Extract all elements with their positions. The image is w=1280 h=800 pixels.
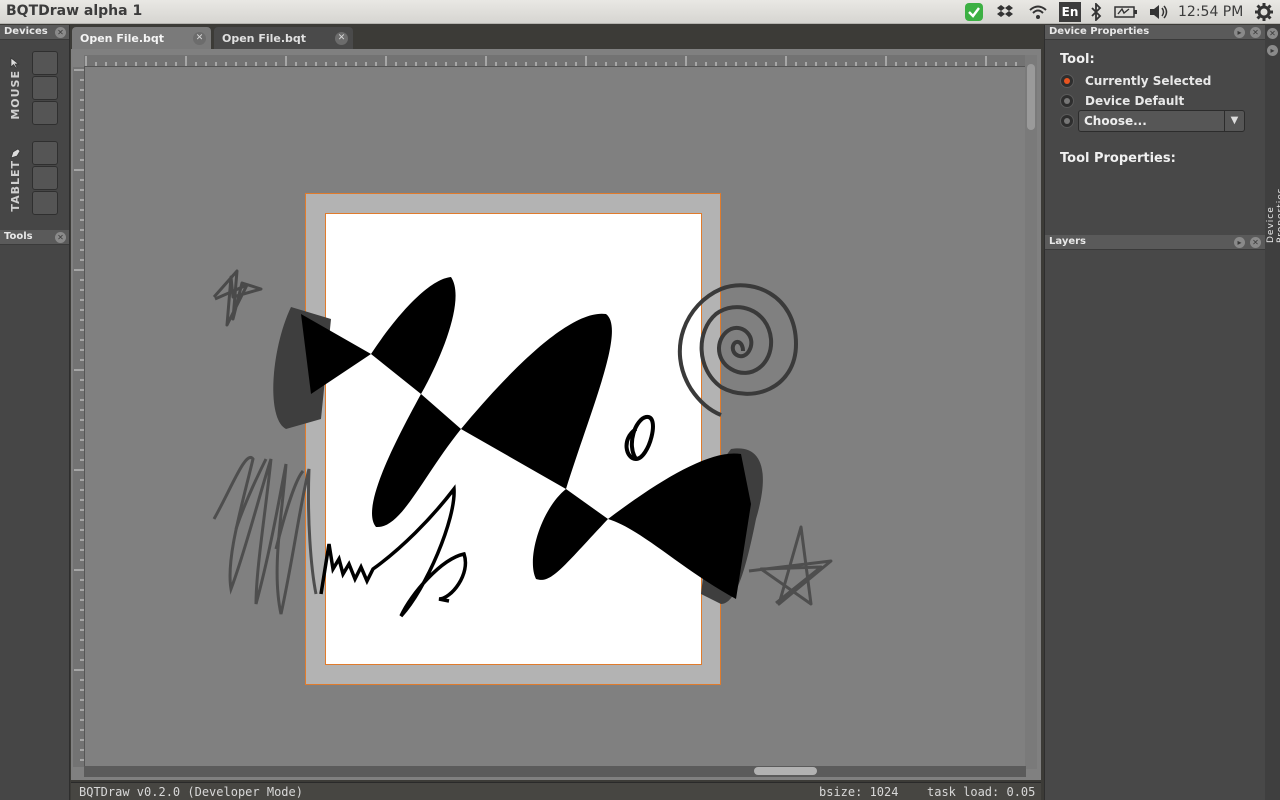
side-tab-label: Device Properties — [1266, 187, 1280, 243]
top-menu-bar: BQTDraw alpha 1 En 12:54 PM — [0, 0, 1280, 24]
device-properties-header: Device Properties ▸ ✕ — [1045, 25, 1265, 40]
layers-header: Layers ▸ ✕ — [1045, 235, 1265, 250]
tool-choose-select[interactable]: Choose... ▼ — [1078, 110, 1245, 132]
left-dock: Devices ✕ MOUSE TABLET Tools ✕ — [0, 25, 70, 800]
right-side-strip: ✕ ▸ — [1265, 25, 1280, 800]
radio-currently-selected[interactable] — [1060, 74, 1074, 88]
float-icon[interactable]: ▸ — [1234, 27, 1245, 38]
mouse-tool-slot[interactable] — [32, 101, 58, 125]
vertical-ruler — [73, 67, 85, 767]
radio-choose[interactable] — [1060, 114, 1074, 128]
horizontal-scrollbar-thumb[interactable] — [754, 767, 817, 775]
close-icon[interactable]: ✕ — [1250, 27, 1261, 38]
option-currently-selected[interactable]: Currently Selected — [1085, 74, 1211, 88]
float-icon[interactable]: ▸ — [1267, 45, 1278, 56]
mouse-tool-slot[interactable] — [32, 76, 58, 100]
tab-open-file-2[interactable]: Open File.bqt ✕ — [214, 27, 353, 49]
status-bar: BQTDraw v0.2.0 (Developer Mode) bsize: 1… — [71, 782, 1041, 800]
tools-panel-title: Tools — [4, 231, 33, 242]
language-indicator[interactable]: En — [1059, 2, 1081, 22]
tab-open-file-1[interactable]: Open File.bqt ✕ — [72, 27, 211, 49]
chevron-down-icon[interactable]: ▼ — [1224, 111, 1244, 131]
tablet-label: TABLET — [9, 160, 22, 212]
radio-dot — [1064, 78, 1070, 84]
close-icon[interactable]: ✕ — [55, 232, 66, 243]
bsize-text: bsize: 1024 — [819, 785, 899, 799]
tablet-tool-slot[interactable] — [32, 166, 58, 190]
wifi-icon[interactable] — [1027, 3, 1049, 21]
vertical-scrollbar-thumb[interactable] — [1027, 64, 1035, 130]
check-shield-icon[interactable] — [963, 3, 985, 21]
drawing-canvas[interactable] — [71, 49, 1041, 780]
bluetooth-icon[interactable] — [1088, 3, 1104, 21]
volume-icon[interactable] — [1147, 3, 1171, 21]
layers-title: Layers — [1049, 236, 1086, 247]
star-sketch-right — [748, 525, 833, 606]
dropbox-icon[interactable] — [994, 3, 1016, 21]
close-icon[interactable]: ✕ — [1250, 237, 1261, 248]
battery-icon[interactable] — [1113, 3, 1139, 21]
radio-dot — [1064, 118, 1070, 124]
tool-heading: Tool: — [1060, 52, 1095, 67]
tablet-tool-slot[interactable] — [32, 141, 58, 165]
scribble-left — [212, 455, 318, 615]
horizontal-ruler — [84, 55, 1026, 67]
clock[interactable]: 12:54 PM — [1178, 4, 1243, 20]
gear-icon[interactable] — [1253, 3, 1275, 21]
close-icon[interactable]: ✕ — [193, 32, 206, 45]
radio-dot — [1064, 98, 1070, 104]
mouse-label: MOUSE — [9, 70, 22, 120]
float-icon[interactable]: ▸ — [1234, 237, 1245, 248]
close-icon[interactable]: ✕ — [55, 27, 66, 38]
app-title: BQTDraw alpha 1 — [6, 3, 143, 19]
version-text: BQTDraw v0.2.0 (Developer Mode) — [79, 785, 303, 799]
task-load-text: task load: 0.05 — [927, 785, 1036, 799]
tablet-tool-slot[interactable] — [32, 191, 58, 215]
choose-value: Choose... — [1084, 114, 1147, 128]
tools-panel-header: Tools ✕ — [0, 230, 69, 245]
device-properties-title: Device Properties — [1049, 26, 1150, 37]
tab-label: Open File.bqt — [80, 32, 165, 45]
vertical-scrollbar[interactable] — [1025, 55, 1037, 769]
devices-panel-header: Devices ✕ — [0, 25, 69, 40]
close-icon[interactable]: ✕ — [335, 32, 348, 45]
tool-properties-heading: Tool Properties: — [1060, 151, 1176, 166]
radio-device-default[interactable] — [1060, 94, 1074, 108]
document-tab-bar: Open File.bqt ✕ Open File.bqt ✕ — [71, 25, 1044, 49]
close-icon[interactable]: ✕ — [1267, 28, 1278, 39]
side-tab-device-properties[interactable]: Device Properties — [1266, 153, 1280, 243]
devices-panel-title: Devices — [4, 26, 48, 37]
horizontal-scrollbar[interactable] — [84, 766, 1026, 777]
mouse-tool-slot[interactable] — [32, 51, 58, 75]
star-sketch-left — [212, 269, 263, 327]
right-dock: Device Properties ▸ ✕ Tool: Currently Se… — [1044, 25, 1265, 800]
option-device-default[interactable]: Device Default — [1085, 94, 1184, 108]
tab-label: Open File.bqt — [222, 32, 307, 45]
